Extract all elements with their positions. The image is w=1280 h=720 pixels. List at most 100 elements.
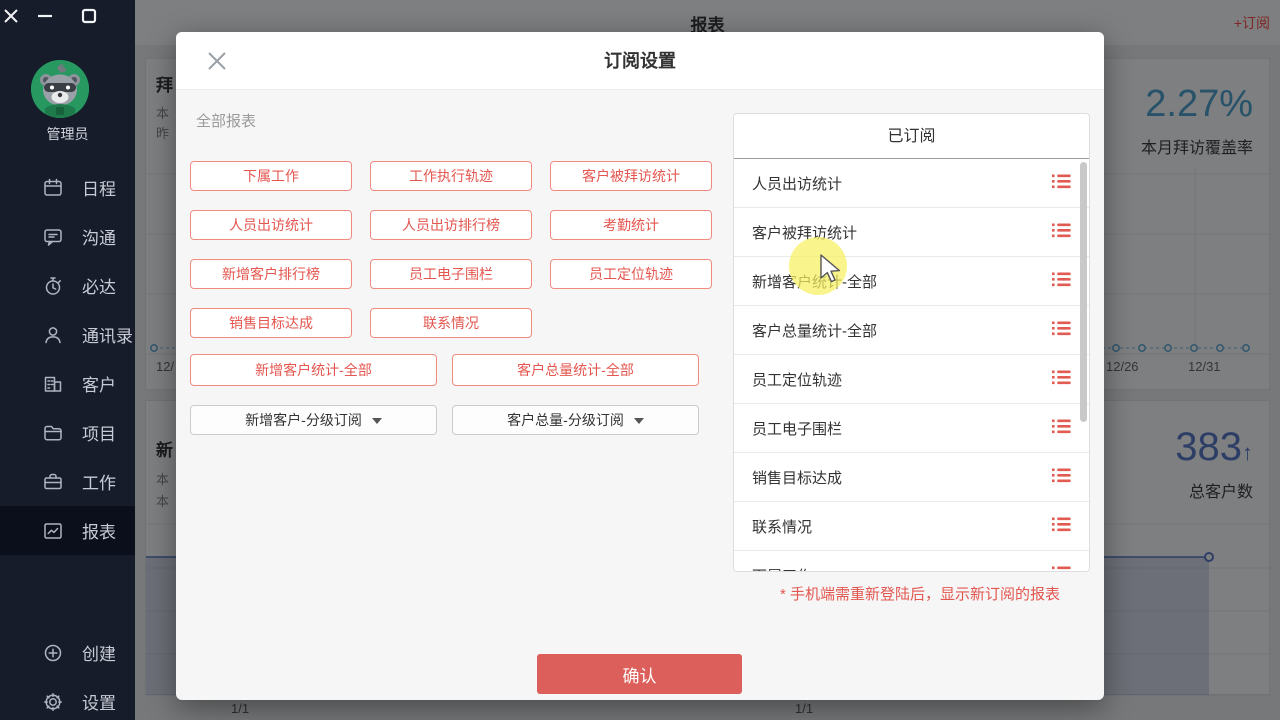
list-icon: [1052, 566, 1071, 573]
sidebar-item-label: 客户: [82, 371, 116, 396]
sidebar-item-label: 日程: [82, 175, 116, 200]
briefcase-icon: [42, 471, 64, 493]
customers-building-icon: [42, 373, 64, 395]
window-close-icon[interactable]: [2, 7, 20, 25]
chat-icon: [42, 226, 64, 248]
modal-note: * 手机端需重新登陆后，显示新订阅的报表: [780, 583, 1060, 604]
subscribed-item-人员出访统计[interactable]: 人员出访统计: [734, 159, 1089, 208]
report-button-销售目标达成[interactable]: 销售目标达成: [190, 308, 352, 338]
list-icon: [1052, 517, 1071, 532]
list-icon[interactable]: [1052, 223, 1071, 242]
report-button-员工电子围栏[interactable]: 员工电子围栏: [370, 259, 532, 289]
list-icon[interactable]: [1052, 272, 1071, 291]
dropdown-label: 新增客户-分级订阅: [245, 412, 362, 428]
report-button-客户被拜访统计[interactable]: 客户被拜访统计: [550, 161, 712, 191]
subscription-settings-modal: 订阅设置 全部报表 下属工作工作执行轨迹客户被拜访统计人员出访统计人员出访排行榜…: [176, 32, 1104, 700]
sidebar-item-通讯录[interactable]: 通讯录: [0, 310, 135, 359]
sidebar-item-日程[interactable]: 日程: [0, 163, 135, 212]
list-icon: [1052, 223, 1071, 238]
subscribed-list: 人员出访统计客户被拜访统计新增客户统计-全部客户总量统计-全部员工定位轨迹员工电…: [734, 159, 1089, 572]
window-maximize-icon[interactable]: [80, 7, 98, 25]
subscribed-item-新增客户统计-全部[interactable]: 新增客户统计-全部: [734, 257, 1089, 306]
subscribed-item-员工定位轨迹[interactable]: 员工定位轨迹: [734, 355, 1089, 404]
list-icon[interactable]: [1052, 517, 1071, 536]
report-button-工作执行轨迹[interactable]: 工作执行轨迹: [370, 161, 532, 191]
subscribed-item-客户被拜访统计[interactable]: 客户被拜访统计: [734, 208, 1089, 257]
subscribed-item-员工电子围栏[interactable]: 员工电子围栏: [734, 404, 1089, 453]
report-button-人员出访统计[interactable]: 人员出访统计: [190, 210, 352, 240]
list-icon[interactable]: [1052, 321, 1071, 340]
subscribed-item-联系情况[interactable]: 联系情况: [734, 502, 1089, 551]
subscribed-item-label: 客户总量统计-全部: [752, 320, 877, 341]
scrollbar[interactable]: [1080, 162, 1087, 422]
sidebar-item-沟通[interactable]: 沟通: [0, 212, 135, 261]
sidebar-item-label: 创建: [82, 640, 116, 665]
list-icon[interactable]: [1052, 566, 1071, 573]
sidebar-footer-menu: 创建设置: [0, 628, 135, 720]
user-name: 管理员: [0, 124, 135, 144]
contacts-icon: [42, 324, 64, 346]
avatar[interactable]: [31, 60, 89, 118]
sidebar-item-label: 沟通: [82, 224, 116, 249]
subscribed-item-label: 人员出访统计: [752, 173, 842, 194]
chevron-down-icon: [372, 418, 382, 424]
subscribed-item-label: 员工定位轨迹: [752, 369, 842, 390]
subscribed-panel: 已订阅 人员出访统计客户被拜访统计新增客户统计-全部客户总量统计-全部员工定位轨…: [733, 113, 1090, 572]
stopwatch-icon: [42, 275, 64, 297]
sidebar-item-客户[interactable]: 客户: [0, 359, 135, 408]
list-icon[interactable]: [1052, 370, 1071, 389]
list-icon: [1052, 174, 1071, 189]
subscribed-item-下属工作[interactable]: 下属工作: [734, 551, 1089, 572]
sidebar-item-设置[interactable]: 设置: [0, 677, 135, 720]
subscribed-item-label: 员工电子围栏: [752, 418, 842, 439]
report-button-人员出访排行榜[interactable]: 人员出访排行榜: [370, 210, 532, 240]
plus-circle-icon: [42, 642, 64, 664]
new-customers-tier-dropdown[interactable]: 新增客户-分级订阅: [190, 405, 437, 435]
report-button-考勤统计[interactable]: 考勤统计: [550, 210, 712, 240]
sidebar-item-label: 设置: [82, 689, 116, 714]
subscribed-item-label: 下属工作: [752, 565, 812, 573]
sidebar-item-label: 项目: [82, 420, 116, 445]
sidebar-item-label: 报表: [82, 518, 116, 543]
reports-chart-icon: [42, 520, 64, 542]
customer-total-tier-dropdown[interactable]: 客户总量-分级订阅: [452, 405, 699, 435]
list-icon: [1052, 272, 1071, 287]
list-icon: [1052, 321, 1071, 336]
sidebar-item-创建[interactable]: 创建: [0, 628, 135, 677]
modal-header: 订阅设置: [176, 32, 1104, 90]
chevron-down-icon: [634, 418, 644, 424]
projects-folder-icon: [42, 422, 64, 444]
report-button-联系情况[interactable]: 联系情况: [370, 308, 532, 338]
calendar-icon: [42, 177, 64, 199]
report-button-新增客户排行榜[interactable]: 新增客户排行榜: [190, 259, 352, 289]
dropdown-label: 客户总量-分级订阅: [507, 412, 624, 428]
customer-total-all-button[interactable]: 客户总量统计-全部: [452, 354, 699, 386]
modal-title: 订阅设置: [176, 32, 1104, 90]
subscribed-item-销售目标达成[interactable]: 销售目标达成: [734, 453, 1089, 502]
sidebar-item-label: 必达: [82, 273, 116, 298]
report-button-员工定位轨迹[interactable]: 员工定位轨迹: [550, 259, 712, 289]
list-icon[interactable]: [1052, 419, 1071, 438]
sidebar-menu: 日程沟通必达通讯录客户项目工作报表: [0, 163, 135, 555]
report-button-下属工作[interactable]: 下属工作: [190, 161, 352, 191]
window-controls: [0, 4, 135, 28]
sidebar-item-工作[interactable]: 工作: [0, 457, 135, 506]
sidebar-item-label: 通讯录: [82, 322, 133, 347]
window-minimize-icon[interactable]: [36, 7, 54, 25]
confirm-button[interactable]: 确认: [537, 654, 742, 694]
sidebar-item-必达[interactable]: 必达: [0, 261, 135, 310]
sidebar: 管理员 日程沟通必达通讯录客户项目工作报表 创建设置: [0, 0, 135, 720]
list-icon: [1052, 370, 1071, 385]
sidebar-item-项目[interactable]: 项目: [0, 408, 135, 457]
subscribed-item-label: 联系情况: [752, 516, 812, 537]
subscribed-panel-header: 已订阅: [734, 114, 1089, 159]
report-buttons-grid: 下属工作工作执行轨迹客户被拜访统计人员出访统计人员出访排行榜考勤统计新增客户排行…: [190, 161, 720, 341]
mouse-cursor-icon: [818, 253, 842, 285]
list-icon[interactable]: [1052, 174, 1071, 193]
new-customers-all-button[interactable]: 新增客户统计-全部: [190, 354, 437, 386]
sidebar-item-报表[interactable]: 报表: [0, 506, 135, 555]
list-icon: [1052, 468, 1071, 483]
subscribed-item-客户总量统计-全部[interactable]: 客户总量统计-全部: [734, 306, 1089, 355]
all-reports-label: 全部报表: [196, 110, 256, 131]
list-icon[interactable]: [1052, 468, 1071, 487]
